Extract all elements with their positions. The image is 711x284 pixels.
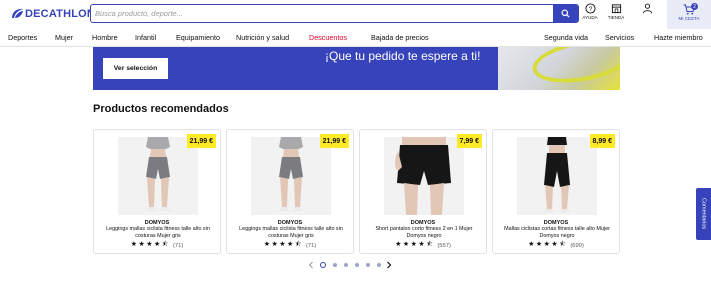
- search-bar: [90, 4, 579, 23]
- decathlon-logo[interactable]: DECATHLON: [10, 7, 95, 21]
- store-label: TIENDA: [607, 15, 625, 20]
- star-rating-icon: ★★★★⯪: [130, 241, 170, 248]
- price-badge: 21,99 €: [319, 134, 349, 148]
- main-content: Ver selección ¡Que tu pedido te espere a…: [0, 47, 711, 284]
- cart-count-badge: 2: [691, 3, 698, 10]
- star-rating-icon: ★★★★⯪: [528, 241, 568, 248]
- product-card[interactable]: 8,99 € DOMYOS Mallas ciclistas cortas fi…: [492, 129, 620, 254]
- product-name[interactable]: Leggings mallas ciclista fitness talle a…: [235, 226, 347, 239]
- nav-item-hombre[interactable]: Hombre: [92, 33, 118, 42]
- carousel-dot[interactable]: [354, 263, 359, 267]
- product-card[interactable]: 21,99 € DOMYOS Leggings mallas ciclista …: [226, 129, 354, 254]
- account-button[interactable]: [634, 3, 660, 25]
- help-icon: ?: [584, 3, 596, 14]
- logo-text: DECATHLON: [25, 8, 96, 20]
- product-image[interactable]: [118, 137, 198, 215]
- search-button[interactable]: [553, 5, 578, 22]
- product-name[interactable]: Short pantalon corto fitness 2 en 1 Muje…: [368, 226, 480, 239]
- store-button[interactable]: TIENDA: [603, 3, 629, 25]
- product-rating: ★★★★⯪ (71): [227, 240, 353, 251]
- carousel-pagination: [306, 259, 408, 271]
- chevron-right-icon: [387, 261, 392, 269]
- price-badge: 7,99 €: [456, 134, 482, 148]
- nav-item-nutricion[interactable]: Nutrición y salud: [236, 33, 289, 42]
- product-image[interactable]: [517, 137, 597, 215]
- nav-item-descuentos[interactable]: Descuentos: [309, 33, 347, 42]
- ver-seleccion-button[interactable]: Ver selección: [103, 58, 168, 79]
- page: DECATHLON ? AYUDA TIEN: [0, 0, 711, 284]
- product-card[interactable]: 7,99 € DOMYOS Short pantalon corto fitne…: [359, 129, 487, 254]
- nav-item-segunda-vida[interactable]: Segunda vida: [544, 33, 588, 42]
- carousel-dot[interactable]: [376, 263, 381, 267]
- svg-text:?: ?: [588, 6, 592, 13]
- help-button[interactable]: ? AYUDA: [577, 3, 603, 25]
- review-count: (690): [570, 242, 584, 249]
- nav-item-equipamiento[interactable]: Equipamiento: [176, 33, 220, 42]
- review-count: (71): [172, 242, 184, 249]
- star-rating-icon: ★★★★⯪: [395, 241, 435, 248]
- search-input[interactable]: [91, 5, 553, 22]
- nav-item-deportes[interactable]: Deportes: [8, 33, 37, 42]
- product-rating: ★★★★⯪ (557): [360, 240, 486, 251]
- cart-button[interactable]: 2 MI CESTA: [667, 0, 711, 29]
- product-name[interactable]: Leggings mallas ciclista fitness talle a…: [102, 226, 214, 239]
- product-rating: ★★★★⯪ (71): [94, 240, 220, 251]
- nav-item-infantil[interactable]: Infantil: [135, 33, 156, 42]
- product-image[interactable]: [384, 137, 464, 215]
- section-title: Productos recomendados: [93, 103, 229, 115]
- feedback-tab[interactable]: Comentarios: [696, 188, 711, 240]
- nav-item-bajada-precios[interactable]: Bajada de precios: [371, 33, 429, 42]
- price-badge: 8,99 €: [589, 134, 615, 148]
- product-image[interactable]: [251, 137, 331, 215]
- nav-item-servicios[interactable]: Servicios: [605, 33, 634, 42]
- carousel-dot[interactable]: [319, 262, 326, 268]
- star-rating-icon: ★★★★⯪: [263, 241, 303, 248]
- nav-item-mujer[interactable]: Mujer: [55, 33, 73, 42]
- cart-label: MI CESTA: [678, 16, 700, 21]
- decathlon-logo-icon: [12, 8, 23, 18]
- review-count: (557): [437, 242, 451, 249]
- help-label: AYUDA: [582, 15, 598, 20]
- banner-headline: ¡Que tu pedido te espere a ti!: [325, 49, 481, 63]
- user-icon: [642, 3, 652, 14]
- review-count: (71): [305, 242, 317, 249]
- product-name[interactable]: Mallas ciclistas cortas fitness talle al…: [501, 226, 613, 239]
- carousel-dot[interactable]: [365, 263, 370, 267]
- carousel-prev-button[interactable]: [306, 260, 316, 270]
- product-rating: ★★★★⯪ (690): [493, 240, 619, 251]
- chevron-left-icon: [308, 261, 313, 269]
- feedback-label: Comentarios: [700, 198, 707, 230]
- store-icon: [611, 4, 621, 14]
- carousel-dot[interactable]: [332, 263, 337, 267]
- promo-banner: Ver selección ¡Que tu pedido te espere a…: [93, 47, 620, 90]
- banner-image: [498, 47, 620, 90]
- product-card[interactable]: 21,99 € DOMYOS Leggings mallas ciclista …: [93, 129, 221, 254]
- price-badge: 21,99 €: [186, 134, 216, 148]
- carousel-dot[interactable]: [343, 263, 348, 267]
- main-nav: Deportes Mujer Hombre Infantil Equipamie…: [0, 29, 711, 47]
- top-bar: DECATHLON ? AYUDA TIEN: [0, 0, 711, 29]
- search-icon: [561, 9, 570, 18]
- carousel-next-button[interactable]: [384, 260, 394, 270]
- nav-item-hazte-miembro[interactable]: Hazte miembro: [654, 33, 703, 42]
